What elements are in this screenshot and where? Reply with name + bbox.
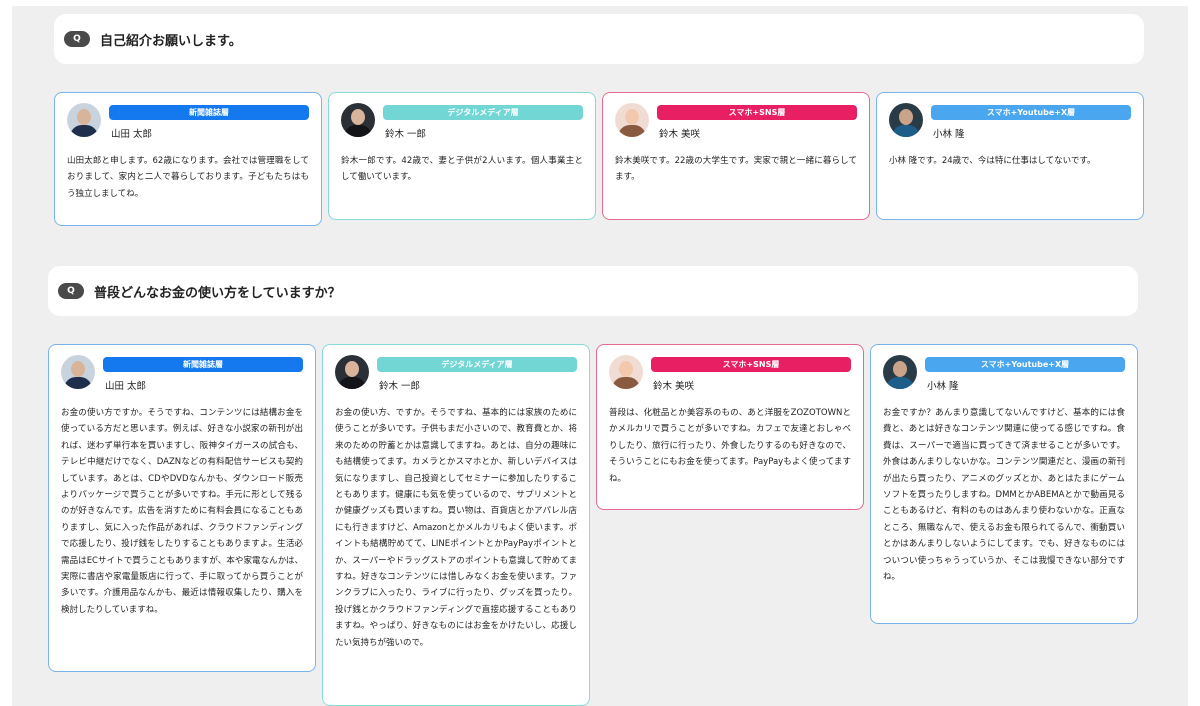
answer-card-newspaper: 新聞雑誌層 山田 太郎 山田太郎と申します。62歳になります。会社では管理職をし… — [54, 92, 322, 226]
person-avatar — [341, 103, 375, 137]
person-avatar — [61, 355, 95, 389]
respondent-name: 山田 太郎 — [111, 129, 153, 140]
question-bar: Q 自己紹介お願いします。 — [54, 14, 1144, 64]
answer-text: 小林 隆です。24歳で、今は特に仕事はしてないです。 — [889, 156, 1096, 166]
person-avatar — [609, 355, 643, 389]
question-text: 自己紹介お願いします。 — [100, 33, 242, 49]
segment-tag: 新聞雑誌層 — [103, 357, 303, 372]
answer-text: 普段は、化粧品とか美容系のもの、あと洋服をZOZOTOWNとかメルカリで買うこと… — [609, 408, 851, 484]
answer-text: お金の使い方、ですか。そうですね、基本的には家族のために使うことが多いです。子供… — [335, 408, 577, 648]
answer-text: 鈴木一郎です。42歳で、妻と子供が2人います。個人事業主として働いています。 — [341, 156, 583, 183]
segment-tag: スマホ+SNS層 — [651, 357, 851, 372]
segment-tag: スマホ+Youtube+X層 — [931, 105, 1131, 120]
answer-card-digital: デジタルメディア層 鈴木 一郎 お金の使い方、ですか。そうですね、基本的には家族… — [322, 344, 590, 706]
respondent-name: 山田 太郎 — [105, 381, 147, 392]
answer-card-youtube: スマホ+Youtube+X層 小林 隆 小林 隆です。24歳で、今は特に仕事はし… — [876, 92, 1144, 220]
respondent-name: 鈴木 美咲 — [653, 381, 695, 392]
segment-tag: 新聞雑誌層 — [109, 105, 309, 120]
question-badge: Q — [58, 283, 84, 299]
segment-tag: スマホ+SNS層 — [657, 105, 857, 120]
question-text: 普段どんなお金の使い方をしていますか？ — [94, 285, 341, 301]
person-avatar — [615, 103, 649, 137]
answer-card-sns: スマホ+SNS層 鈴木 美咲 普段は、化粧品とか美容系のもの、あと洋服をZOZO… — [596, 344, 864, 510]
answer-card-newspaper: 新聞雑誌層 山田 太郎 お金の使い方ですか。そうですね、コンテンツには結構お金を… — [48, 344, 316, 672]
page-canvas: Q 自己紹介お願いします。 新聞雑誌層 山田 太郎 山田太郎と申します。62歳に… — [12, 6, 1188, 706]
answer-text: 鈴木美咲です。22歳の大学生です。実家で親と一緒に暮らしてます。 — [615, 156, 857, 183]
respondent-name: 小林 隆 — [927, 381, 959, 392]
answer-text: お金ですか？あんまり意識してないんですけど、基本的には食費と、あとは好きなコンテ… — [883, 408, 1125, 583]
person-avatar — [67, 103, 101, 137]
respondent-name: 小林 隆 — [933, 129, 965, 140]
answer-card-digital: デジタルメディア層 鈴木 一郎 鈴木一郎です。42歳で、妻と子供が2人います。個… — [328, 92, 596, 220]
answer-text: お金の使い方ですか。そうですね、コンテンツには結構お金を使っている方だと思います… — [61, 408, 303, 615]
person-avatar — [889, 103, 923, 137]
respondent-name: 鈴木 美咲 — [659, 129, 701, 140]
question-badge: Q — [64, 31, 90, 47]
answer-text: 山田太郎と申します。62歳になります。会社では管理職をしておりまして、家内と二人… — [67, 156, 309, 199]
segment-tag: スマホ+Youtube+X層 — [925, 357, 1125, 372]
answer-card-sns: スマホ+SNS層 鈴木 美咲 鈴木美咲です。22歳の大学生です。実家で親と一緒に… — [602, 92, 870, 220]
person-avatar — [883, 355, 917, 389]
respondent-name: 鈴木 一郎 — [379, 381, 421, 392]
person-avatar — [335, 355, 369, 389]
respondent-name: 鈴木 一郎 — [385, 129, 427, 140]
segment-tag: デジタルメディア層 — [377, 357, 577, 372]
segment-tag: デジタルメディア層 — [383, 105, 583, 120]
question-bar: Q 普段どんなお金の使い方をしていますか？ — [48, 266, 1138, 316]
answer-card-youtube: スマホ+Youtube+X層 小林 隆 お金ですか？あんまり意識してないんですけ… — [870, 344, 1138, 624]
